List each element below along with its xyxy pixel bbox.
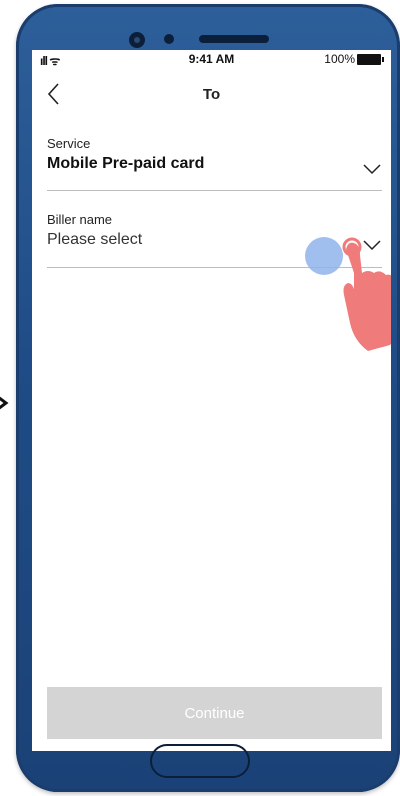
service-value: Mobile Pre-paid card: [47, 155, 205, 172]
home-button[interactable]: [150, 744, 250, 778]
continue-button[interactable]: Continue: [47, 687, 382, 739]
speaker-grill: [199, 35, 269, 43]
service-divider: [47, 190, 382, 191]
chevron-down-icon[interactable]: [362, 162, 382, 176]
hand-pointer-icon: [342, 237, 391, 351]
nav-header: To: [32, 72, 391, 116]
front-camera-icon: [129, 32, 145, 48]
battery-icon: [357, 54, 384, 65]
page-title: To: [202, 86, 221, 103]
biller-label: Biller name: [47, 212, 113, 227]
arrow-right-icon: [0, 396, 9, 410]
status-bar: ıll ᯤ 9:41 AM 100%: [32, 50, 391, 68]
service-label: Service: [47, 136, 91, 151]
phone-screen: ıll ᯤ 9:41 AM 100% To Service Mobile Pre…: [32, 50, 391, 751]
battery-percent: 100%: [324, 52, 355, 66]
sensor-dot: [164, 34, 174, 44]
service-select[interactable]: Service Mobile Pre-paid card: [47, 136, 382, 192]
